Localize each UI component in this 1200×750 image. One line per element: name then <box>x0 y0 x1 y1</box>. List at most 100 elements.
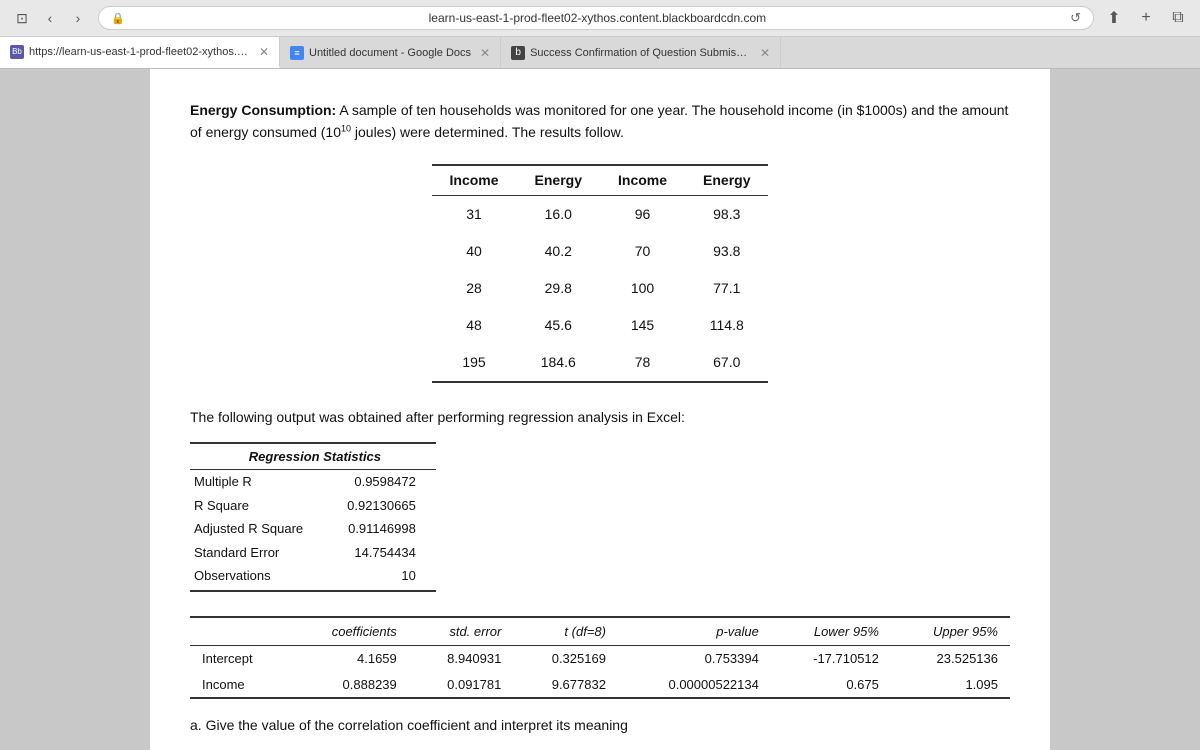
share-button[interactable]: ⬆ <box>1102 6 1126 30</box>
problem-title: Energy Consumption: <box>190 102 336 118</box>
problem-desc2: joules) were determined. The results fol… <box>351 124 624 140</box>
main-area: Energy Consumption: A sample of ten hous… <box>0 69 1200 750</box>
coeff-cell: 0.091781 <box>409 672 514 699</box>
page-content: Energy Consumption: A sample of ten hous… <box>150 69 1050 750</box>
coeff-cell: 8.940931 <box>409 646 514 672</box>
regression-stats-title: Regression Statistics <box>190 443 436 470</box>
tab-close-blackboard[interactable]: ✕ <box>259 45 269 59</box>
forward-icon: › <box>76 10 81 26</box>
title-bar: ⊡ ‹ › 🔒 learn-us-east-1-prod-fleet02-xyt… <box>0 0 1200 37</box>
coeff-cell: 0.753394 <box>618 646 771 672</box>
tab-google-docs[interactable]: ≡ Untitled document - Google Docs ✕ <box>280 37 501 68</box>
coeff-cell: 9.677832 <box>513 672 618 699</box>
coeff-row: Income0.8882390.0917819.6778320.00000522… <box>190 672 1010 699</box>
regression-stats-row: Adjusted R Square0.91146998 <box>190 517 436 541</box>
table-cell: 67.0 <box>685 344 768 382</box>
coeff-cell: 0.00000522134 <box>618 672 771 699</box>
problem-text: Energy Consumption: A sample of ten hous… <box>190 99 1010 144</box>
nav-buttons: ⊡ ‹ › <box>10 6 90 30</box>
coeff-header: Upper 95% <box>891 617 1010 646</box>
table-cell: 70 <box>600 233 685 270</box>
table-cell: 93.8 <box>685 233 768 270</box>
table-cell: 114.8 <box>685 307 768 344</box>
regression-stats-row: R Square0.92130665 <box>190 494 436 518</box>
table-cell: 77.1 <box>685 270 768 307</box>
regression-stats-cell: 0.9598472 <box>343 470 436 494</box>
coeff-table: coefficientsstd. errort (df=8)p-valueLow… <box>190 616 1010 700</box>
coeff-header: Lower 95% <box>771 617 891 646</box>
browser-chrome: ⊡ ‹ › 🔒 learn-us-east-1-prod-fleet02-xyt… <box>0 0 1200 69</box>
tab-favicon-blackboard: Bb <box>10 45 24 59</box>
regression-stats-row: Standard Error14.754434 <box>190 541 436 565</box>
regression-stats-row: Multiple R0.9598472 <box>190 470 436 494</box>
tab-blackboard[interactable]: Bb https://learn-us-east-1-prod-fleet02-… <box>0 37 280 68</box>
coeff-header: p-value <box>618 617 771 646</box>
regression-stats-cell: Observations <box>190 564 343 591</box>
tab-close-google-docs[interactable]: ✕ <box>480 46 490 60</box>
regression-intro: The following output was obtained after … <box>190 407 1010 428</box>
table-cell: 184.6 <box>517 344 600 382</box>
table-row: 4845.6145114.8 <box>432 307 769 344</box>
coeff-cell: 23.525136 <box>891 646 1010 672</box>
tab-label-blackboard: https://learn-us-east-1-prod-fleet02-xyt… <box>29 46 250 58</box>
table-cell: 28 <box>432 270 517 307</box>
tab-overview-button[interactable]: ⊡ <box>10 6 34 30</box>
tab-close-bartleby[interactable]: ✕ <box>760 46 770 60</box>
coeff-cell: 0.325169 <box>513 646 618 672</box>
windows-button[interactable]: ⧉ <box>1166 6 1190 30</box>
tab-favicon-bartleby: b <box>511 46 525 60</box>
address-bar[interactable]: 🔒 learn-us-east-1-prod-fleet02-xythos.co… <box>98 6 1094 30</box>
col-header-income2: Income <box>600 165 685 196</box>
coeff-cell: 1.095 <box>891 672 1010 699</box>
back-button[interactable]: ‹ <box>38 6 62 30</box>
col-header-energy1: Energy <box>517 165 600 196</box>
coeff-cell: Income <box>190 672 290 699</box>
coeff-cell: 0.888239 <box>290 672 409 699</box>
coeff-header <box>190 617 290 646</box>
table-cell: 100 <box>600 270 685 307</box>
tab-bartleby[interactable]: b Success Confirmation of Question Submi… <box>501 37 781 68</box>
question-line: a. Give the value of the correlation coe… <box>190 715 1010 736</box>
coeff-header: coefficients <box>290 617 409 646</box>
data-table-container: Income Energy Income Energy 3116.09698.3… <box>190 164 1010 383</box>
table-cell: 45.6 <box>517 307 600 344</box>
coeff-cell: 4.1659 <box>290 646 409 672</box>
data-table: Income Energy Income Energy 3116.09698.3… <box>432 164 769 383</box>
tab-overview-icon: ⊡ <box>16 10 28 27</box>
exponent: 10 <box>341 124 351 134</box>
browser-actions: ⬆ + ⧉ <box>1102 6 1190 30</box>
sidebar-left <box>0 69 150 750</box>
address-text: learn-us-east-1-prod-fleet02-xythos.cont… <box>131 11 1064 25</box>
regression-stats-table: Regression Statistics Multiple R0.959847… <box>190 442 436 592</box>
regression-stats-cell: Standard Error <box>190 541 343 565</box>
regression-stats-cell: 0.92130665 <box>343 494 436 518</box>
table-cell: 96 <box>600 195 685 233</box>
tab-label-google-docs: Untitled document - Google Docs <box>309 47 471 59</box>
sidebar-right <box>1050 69 1200 750</box>
tab-bar: Bb https://learn-us-east-1-prod-fleet02-… <box>0 37 1200 69</box>
table-cell: 48 <box>432 307 517 344</box>
table-cell: 40.2 <box>517 233 600 270</box>
table-row: 4040.27093.8 <box>432 233 769 270</box>
table-row: 3116.09698.3 <box>432 195 769 233</box>
table-cell: 29.8 <box>517 270 600 307</box>
table-cell: 195 <box>432 344 517 382</box>
regression-stats-cell: 10 <box>343 564 436 591</box>
table-cell: 78 <box>600 344 685 382</box>
table-cell: 31 <box>432 195 517 233</box>
regression-stats-cell: Multiple R <box>190 470 343 494</box>
forward-button[interactable]: › <box>66 6 90 30</box>
coeff-header: std. error <box>409 617 514 646</box>
coeff-cell: -17.710512 <box>771 646 891 672</box>
regression-stats-row: Observations10 <box>190 564 436 591</box>
reload-icon[interactable]: ↺ <box>1070 10 1081 26</box>
add-tab-button[interactable]: + <box>1134 6 1158 30</box>
col-header-income1: Income <box>432 165 517 196</box>
lock-icon: 🔒 <box>111 12 125 25</box>
coeff-cell: Intercept <box>190 646 290 672</box>
table-cell: 98.3 <box>685 195 768 233</box>
back-icon: ‹ <box>48 10 53 26</box>
table-cell: 16.0 <box>517 195 600 233</box>
regression-stats-cell: 0.91146998 <box>343 517 436 541</box>
regression-stats-cell: Adjusted R Square <box>190 517 343 541</box>
